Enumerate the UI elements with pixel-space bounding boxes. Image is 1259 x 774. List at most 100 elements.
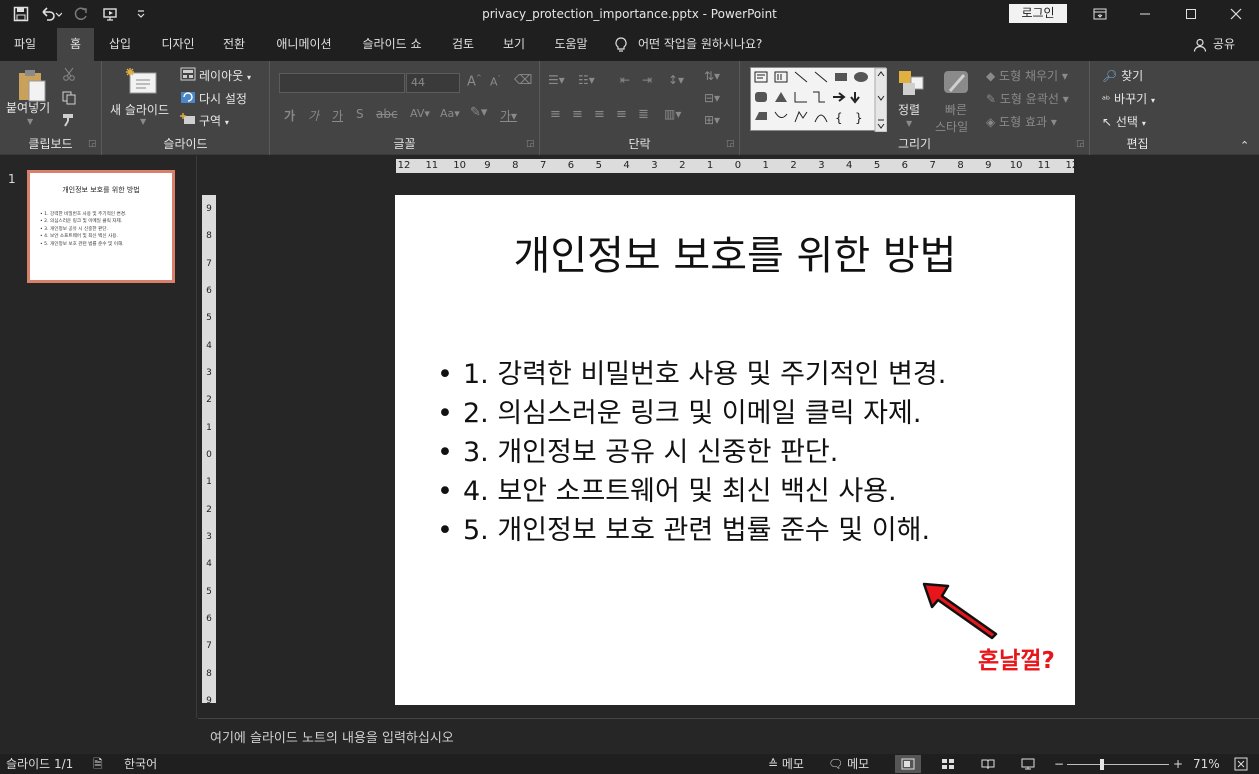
slide-canvas[interactable]: 개인정보 보호를 위한 방법 • 1. 강력한 비밀번호 사용 및 주기적인 변경… [395,195,1075,705]
zoom-level[interactable]: 71% [1193,754,1220,774]
collapse-ribbon-icon[interactable]: ⌃ [1240,139,1249,152]
decrease-font-icon[interactable]: Aˇ [490,75,501,89]
shape-effects-button[interactable]: ◈ 도형 효과 ▾ [986,113,1057,130]
highlight-icon[interactable]: ✎▾ [470,105,487,120]
customize-qat-icon[interactable] [128,3,154,25]
columns-icon[interactable]: ▥▾ [664,107,681,121]
char-spacing-icon[interactable]: AV▾ [410,107,430,120]
slide-bullet-list[interactable]: • 1. 강력한 비밀번호 사용 및 주기적인 변경. • 2. 의심스러운 링크 … [437,355,946,550]
decrease-indent-icon[interactable]: ⇤ [620,73,630,87]
redo-icon[interactable] [68,3,94,25]
underline-icon[interactable]: 가 [332,107,343,124]
align-text-icon[interactable]: ⊟▾ [704,91,720,105]
tab-home[interactable]: 홈 [57,28,94,61]
quick-styles-icon[interactable] [942,69,970,100]
numbering-icon[interactable]: ☷▾ [578,73,595,87]
close-icon[interactable] [1214,0,1258,28]
shapes-gallery[interactable]: { } [750,67,888,133]
drawing-launcher-icon[interactable]: ◲ [1076,139,1085,149]
align-center-icon[interactable]: ≡ [572,107,583,122]
increase-indent-icon[interactable]: ⇥ [642,73,652,87]
zoom-slider-thumb[interactable] [1100,759,1104,770]
slide-sorter-view-icon[interactable] [935,755,961,773]
align-left-icon[interactable]: ≡ [550,107,561,122]
tab-transitions[interactable]: 전환 [212,28,256,61]
change-case-icon[interactable]: Aa▾ [440,107,460,120]
svg-text:}: } [855,111,863,125]
layout-button[interactable]: 레이아웃 ▾ [199,67,251,84]
section-button[interactable]: 구역 ▾ [199,112,229,129]
quick-styles-label-2[interactable]: 스타일 [935,118,968,135]
fit-to-window-icon[interactable] [1234,754,1248,774]
slide-title[interactable]: 개인정보 보호를 위한 방법 [395,223,1075,281]
tab-animations[interactable]: 애니메이션 [266,28,342,61]
shadow-icon[interactable]: S [356,107,364,121]
tab-file[interactable]: 파일 [0,28,50,61]
font-size-dropdown[interactable]: 44 [406,73,460,93]
undo-icon[interactable] [38,3,64,25]
format-painter-icon[interactable] [62,113,76,130]
arrange-icon[interactable] [897,69,925,100]
maximize-icon[interactable] [1169,0,1213,28]
strikethrough-icon[interactable]: abc [376,107,398,121]
notes-toggle-button[interactable]: ≙ 메모 [768,754,804,774]
normal-view-icon[interactable] [895,755,921,773]
notes-placeholder[interactable]: 여기에 슬라이드 노트의 내용을 입력하십시오 [210,727,454,746]
text-direction-icon[interactable]: ⇅▾ [704,69,720,83]
slide-show-view-icon[interactable] [1015,755,1041,773]
shape-outline-button[interactable]: ✎ 도형 윤곽선 ▾ [986,90,1069,107]
slide-thumbnail[interactable]: 개인정보 보호를 위한 방법 • 1. 강력한 비밀번호 사용 및 주기적인 변… [27,170,175,283]
save-icon[interactable] [8,3,34,25]
tab-help[interactable]: 도움말 [545,28,597,61]
ribbon-display-options-icon[interactable] [1078,0,1122,28]
minimize-icon[interactable] [1123,0,1167,28]
login-button[interactable]: 로그인 [1009,4,1067,23]
new-slide-icon[interactable] [124,67,158,100]
reset-slide-button[interactable]: 다시 설정 [199,90,247,107]
tab-slide-show[interactable]: 슬라이드 쇼 [352,28,432,61]
paste-label[interactable]: 붙여넣기 [6,99,50,116]
line-spacing-icon[interactable]: ↕▾ [668,73,684,87]
spellcheck-icon[interactable]: 🗎︎ [93,754,103,774]
bold-icon[interactable]: 가 [284,107,295,124]
clipboard-launcher-icon[interactable]: ◲ [88,139,97,149]
new-slide-dropdown-icon[interactable]: ▼ [140,117,146,126]
zoom-out-icon[interactable]: − [1054,754,1064,774]
tell-me-box[interactable]: 어떤 작업을 원하시나요? [614,28,784,61]
zoom-slider[interactable] [1067,764,1169,765]
share-button[interactable]: 공유 [1193,28,1235,61]
new-slide-label[interactable]: 새 슬라이드 [110,101,169,118]
arrange-label[interactable]: 정렬 [898,101,920,118]
paragraph-launcher-icon[interactable]: ◲ [726,139,735,149]
language-indicator[interactable]: 한국어 [124,754,157,774]
notes-pane[interactable]: 여기에 슬라이드 노트의 내용을 입력하십시오 [198,718,1259,754]
find-button[interactable]: 🔎︎ 찾기 [1102,67,1143,84]
increase-font-icon[interactable]: A^ [467,74,482,89]
font-color-icon[interactable]: 가▾ [500,107,517,124]
smartart-icon[interactable]: ⊞▾ [704,113,720,127]
comments-toggle-button[interactable]: 🗨︎ 메모 [828,754,869,774]
paste-dropdown-icon[interactable]: ▼ [27,117,33,126]
font-name-dropdown[interactable] [279,73,405,93]
italic-icon[interactable]: 가 [308,107,319,124]
copy-icon[interactable] [62,91,76,108]
reading-view-icon[interactable] [975,755,1001,773]
tab-design[interactable]: 디자인 [150,28,206,61]
tab-view[interactable]: 보기 [494,28,534,61]
quick-styles-label[interactable]: 빠른 [945,101,967,118]
clear-formatting-icon[interactable]: ⌫ [514,73,532,88]
font-launcher-icon[interactable]: ◲ [526,139,535,149]
tab-insert[interactable]: 삽입 [100,28,140,61]
justify-icon[interactable]: ≡ [616,107,627,122]
arrange-dropdown-icon[interactable]: ▼ [906,119,912,128]
replace-button[interactable]: ᵃᵇ 바꾸기 ▾ [1102,90,1155,107]
start-from-beginning-icon[interactable] [98,3,124,25]
cut-icon[interactable] [62,67,76,84]
distribute-icon[interactable]: ≣ [638,107,649,122]
bullets-icon[interactable]: ☰▾ [548,73,565,87]
zoom-in-icon[interactable]: + [1173,754,1183,774]
select-button[interactable]: ↖ 선택 ▾ [1102,113,1146,130]
tab-review[interactable]: 검토 [443,28,483,61]
align-right-icon[interactable]: ≡ [594,107,605,122]
shape-fill-button[interactable]: ◆ 도형 채우기 ▾ [986,67,1068,84]
